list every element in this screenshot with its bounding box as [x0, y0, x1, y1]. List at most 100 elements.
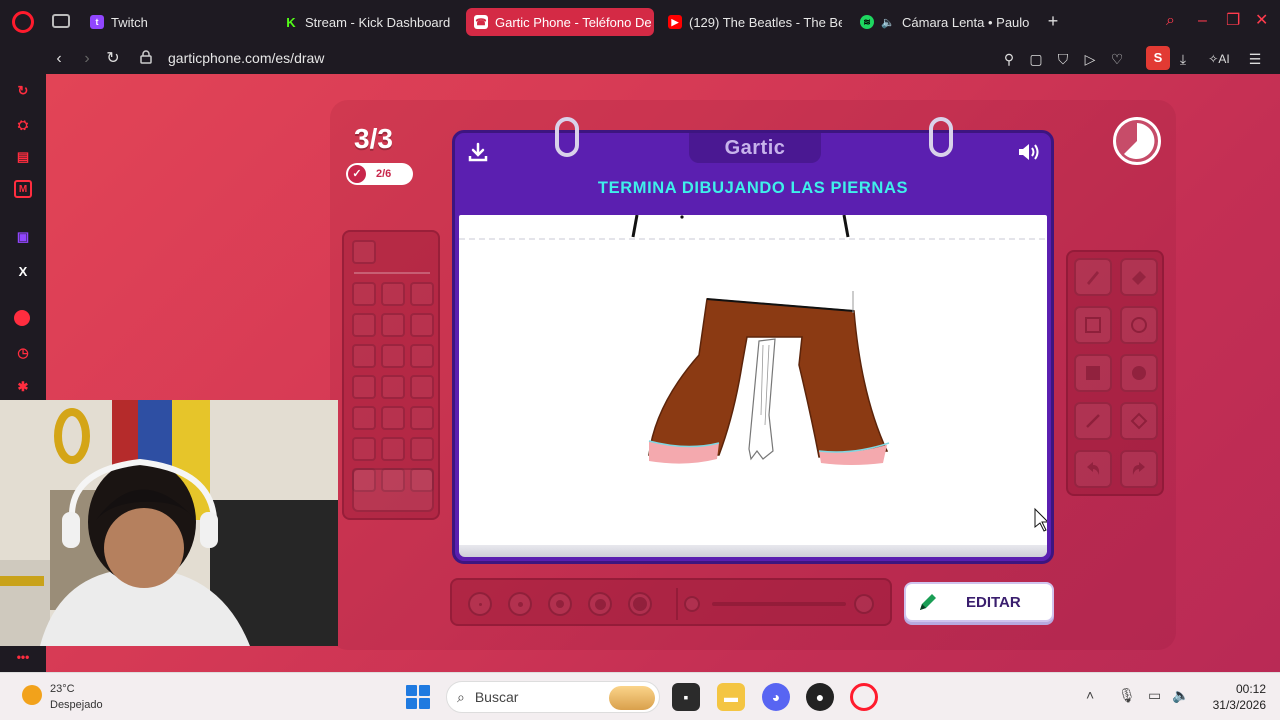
pencil-tool-icon[interactable] [1074, 258, 1112, 296]
more-icon[interactable]: ••• [14, 648, 32, 666]
extensions-icon[interactable]: ✱ [14, 378, 32, 396]
brush-size-2[interactable] [508, 592, 532, 616]
tab-spotify[interactable]: ≋ 🔈 Cámara Lenta • Paulo L [852, 8, 1032, 36]
drawing-canvas[interactable] [459, 215, 1047, 553]
windows-start-icon[interactable] [406, 685, 430, 709]
opera-taskbar-icon[interactable] [850, 683, 878, 711]
weather-widget[interactable]: 23°C Despejado [22, 681, 103, 713]
undo-tool-icon[interactable] [1074, 450, 1112, 488]
shield-icon[interactable]: ⛉ [1052, 48, 1074, 70]
rectangle-filled-tool-icon[interactable] [1074, 354, 1112, 392]
file-explorer-icon[interactable]: ▬ [717, 683, 745, 711]
spotify-sidebar-icon[interactable] [14, 310, 30, 326]
color-swatch[interactable] [352, 375, 376, 399]
microphone-icon[interactable]: 🎙 [1118, 687, 1136, 704]
download-icon[interactable]: ⤓ [1172, 48, 1194, 70]
binder-ring-left [555, 117, 579, 157]
color-palette [342, 230, 440, 520]
workspaces-icon[interactable] [52, 14, 70, 28]
x-twitter-icon[interactable]: X [14, 262, 32, 280]
color-swatch[interactable] [381, 344, 405, 368]
brush-size-5[interactable] [628, 592, 652, 616]
lock-icon [140, 50, 152, 64]
tab-gartic[interactable]: ☎ Gartic Phone - Teléfono De [466, 8, 654, 36]
tab-label: Cámara Lenta • Paulo L [902, 14, 1032, 30]
tab-kick[interactable]: K Stream - Kick Dashboard [276, 8, 456, 36]
brush-size-1[interactable] [468, 592, 492, 616]
color-swatch[interactable] [381, 282, 405, 306]
brush-size-3[interactable] [548, 592, 572, 616]
color-swatch[interactable] [410, 282, 434, 306]
minimize-icon[interactable]: – [1198, 12, 1207, 30]
gamepad-icon[interactable]: ⛭ [14, 116, 32, 134]
eraser-tool-icon[interactable] [1120, 258, 1158, 296]
color-swatch[interactable] [352, 282, 376, 306]
color-swatch[interactable] [352, 437, 376, 461]
task-view-icon[interactable]: ▪ [672, 683, 700, 711]
color-swatch-selected[interactable] [352, 240, 376, 264]
ellipse-filled-tool-icon[interactable] [1120, 354, 1158, 392]
tab-twitch[interactable]: t Twitch [82, 8, 262, 36]
tab-youtube[interactable]: ▶ (129) The Beatles - The Be [660, 8, 842, 36]
opacity-slider-handle[interactable] [854, 594, 874, 614]
aria-ai-button[interactable]: ✧AI [1202, 48, 1236, 70]
heart-icon[interactable]: ♡ [1106, 48, 1128, 70]
custom-color-button[interactable] [352, 468, 434, 512]
reload-icon[interactable]: ↻ [102, 48, 124, 70]
tab-search-icon[interactable]: ⌕ [1166, 12, 1175, 30]
opacity-slider-track[interactable] [712, 602, 846, 606]
ellipse-outline-tool-icon[interactable] [1120, 306, 1158, 344]
profile-avatar[interactable]: S [1146, 46, 1170, 70]
menu-icon[interactable]: ☰ [1244, 48, 1266, 70]
redo-tool-icon[interactable] [1120, 450, 1158, 488]
rectangle-outline-tool-icon[interactable] [1074, 306, 1112, 344]
obs-icon[interactable]: ● [806, 683, 834, 711]
close-icon[interactable]: ✕ [1255, 12, 1268, 30]
url-input[interactable]: garticphone.com/es/draw [168, 50, 324, 66]
gmail-icon[interactable]: M [14, 180, 32, 198]
tray-overflow-icon[interactable]: ˄ [1086, 687, 1094, 703]
color-swatch[interactable] [410, 437, 434, 461]
line-tool-icon[interactable] [1074, 402, 1112, 440]
brush-size-4[interactable] [588, 592, 612, 616]
color-swatch[interactable] [410, 406, 434, 430]
color-swatch[interactable] [381, 375, 405, 399]
volume-tray-icon[interactable]: 🔈 [1172, 687, 1189, 704]
volume-icon[interactable] [1017, 141, 1041, 163]
network-icon[interactable]: ▭ [1148, 687, 1161, 704]
color-swatch[interactable] [381, 313, 405, 337]
color-swatch[interactable] [410, 344, 434, 368]
color-swatch[interactable] [410, 375, 434, 399]
round-counter: 3/3 [354, 123, 393, 154]
fill-bucket-tool-icon[interactable] [1120, 402, 1158, 440]
sketch-leg [748, 338, 776, 461]
pin-icon[interactable]: ⚲ [998, 48, 1020, 70]
color-swatch[interactable] [410, 313, 434, 337]
player-icon[interactable]: ▷ [1079, 48, 1101, 70]
download-drawing-icon[interactable] [467, 141, 489, 163]
mouse-cursor-icon [1034, 507, 1047, 532]
opera-logo-icon[interactable] [12, 11, 34, 33]
pencil-icon [920, 594, 936, 610]
color-swatch[interactable] [381, 437, 405, 461]
system-clock[interactable]: 00:12 31/3/2026 [1200, 681, 1266, 713]
history-loop-icon[interactable]: ↻ [14, 82, 32, 100]
snapshot-icon[interactable]: ▢ [1025, 48, 1047, 70]
forward-icon[interactable]: › [76, 48, 98, 70]
players-done-count: 2/6 [376, 168, 392, 180]
clock-icon[interactable]: ◷ [14, 344, 32, 362]
twitch-sidebar-icon[interactable]: ▣ [14, 228, 32, 246]
color-swatch[interactable] [381, 406, 405, 430]
back-icon[interactable]: ‹ [48, 48, 70, 70]
edit-button[interactable]: EDITAR [904, 582, 1054, 622]
taskbar-search[interactable]: ⌕ Buscar [446, 681, 660, 713]
color-swatch[interactable] [352, 406, 376, 430]
spotify-icon: ≋ [860, 15, 874, 29]
discord-icon[interactable]: ◕ [762, 683, 790, 711]
browser-tab-bar: t Twitch K Stream - Kick Dashboard ☎ Gar… [0, 0, 1280, 44]
color-swatch[interactable] [352, 313, 376, 337]
color-swatch[interactable] [352, 344, 376, 368]
restore-icon[interactable]: ❐ [1226, 12, 1240, 30]
news-icon[interactable]: ▤ [14, 148, 32, 166]
new-tab-plus-icon[interactable]: + [1044, 12, 1062, 30]
